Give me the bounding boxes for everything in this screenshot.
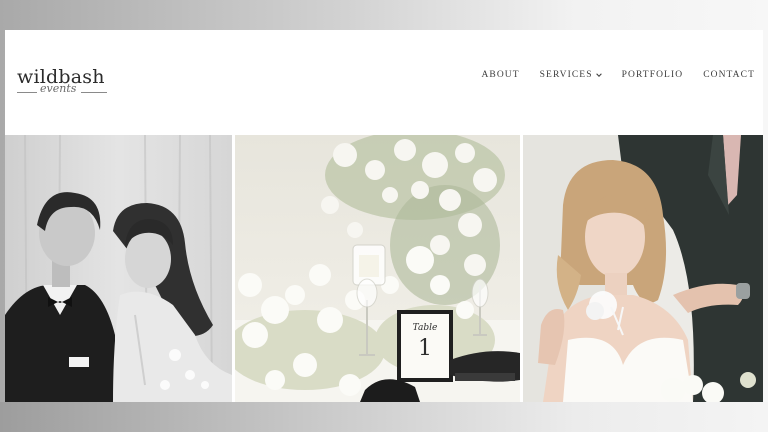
site-header: wildbash events ABOUT SERVICES PORTFOLIO… [5, 30, 763, 135]
nav-portfolio[interactable]: PORTFOLIO [622, 70, 684, 80]
site-logo[interactable]: wildbash events [17, 66, 107, 100]
couple-photo-image [5, 135, 232, 402]
table-card-number: 1 [418, 336, 432, 361]
photo-gallery: Table 1 [5, 135, 763, 402]
table-card-title: Table [412, 323, 438, 333]
nav-contact[interactable]: CONTACT [703, 70, 755, 80]
table-card: Table 1 [401, 314, 449, 378]
main-nav: ABOUT SERVICES PORTFOLIO CONTACT [481, 70, 755, 80]
centerpiece-photo-image [235, 135, 520, 402]
gallery-photo-bride[interactable] [523, 135, 763, 402]
logo-rule-left [17, 92, 37, 93]
nav-services-label: SERVICES [539, 70, 593, 80]
logo-rule-right [81, 92, 107, 93]
gallery-photo-centerpiece[interactable]: Table 1 [235, 135, 520, 402]
page-bottom-margin [0, 402, 768, 432]
browser-page: wildbash events ABOUT SERVICES PORTFOLIO… [5, 30, 763, 402]
nav-about-label: ABOUT [481, 70, 520, 80]
nav-about[interactable]: ABOUT [481, 70, 519, 80]
nav-services[interactable]: SERVICES [540, 70, 602, 80]
chevron-down-icon [595, 73, 602, 77]
nav-contact-label: CONTACT [703, 70, 755, 80]
bride-photo-image [523, 135, 763, 402]
logo-script: events [40, 82, 77, 95]
gallery-photo-couple[interactable] [5, 135, 232, 402]
nav-portfolio-label: PORTFOLIO [621, 70, 684, 80]
